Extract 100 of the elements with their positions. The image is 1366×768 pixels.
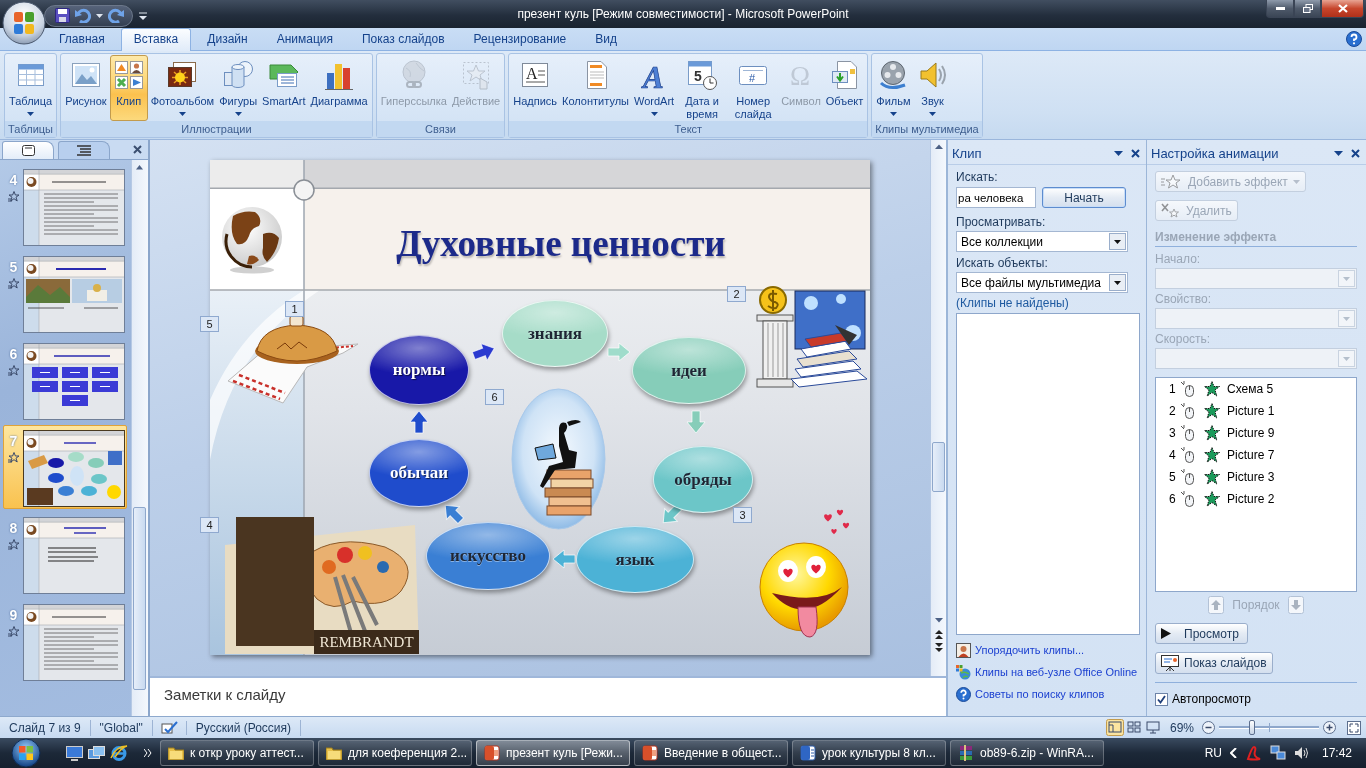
redo-icon[interactable]	[108, 8, 124, 23]
close-button[interactable]	[1321, 0, 1364, 18]
sound-button[interactable]: Звук	[913, 55, 952, 121]
slide-thumbnail[interactable]	[23, 604, 125, 681]
effect-name[interactable]: Схема 5	[1225, 381, 1276, 397]
effect-name[interactable]: Picture 2	[1225, 491, 1277, 507]
search-field[interactable]: ра человека	[956, 187, 1036, 208]
shapes-button[interactable]: Фигуры	[217, 55, 260, 121]
pane-menu-icon[interactable]	[1114, 151, 1123, 156]
vertical-scrollbar[interactable]	[131, 160, 148, 716]
normal-view-icon[interactable]	[1105, 719, 1124, 736]
effect-name[interactable]: Picture 3	[1225, 469, 1277, 485]
smartart-button[interactable]: SmartArt	[260, 55, 308, 121]
table-button[interactable]: Таблица	[7, 55, 55, 121]
collections-dropdown[interactable]: Все коллекции	[956, 231, 1128, 252]
effect-name[interactable]: Picture 1	[1225, 403, 1277, 419]
undo-icon[interactable]	[75, 8, 91, 23]
animation-icon[interactable]	[7, 626, 20, 637]
keyboard-language[interactable]: RU	[1204, 746, 1222, 760]
slide-thumbnail[interactable]	[23, 517, 125, 594]
taskbar-button[interactable]: урок культуры 8 кл...	[792, 740, 946, 766]
slide-thumbnail[interactable]	[23, 169, 125, 246]
ribbon-tab[interactable]: Рецензирование	[460, 28, 580, 50]
ribbon-tab[interactable]: Главная	[46, 28, 118, 50]
network-icon[interactable]	[1269, 745, 1286, 761]
slide-show-icon[interactable]	[1143, 719, 1162, 736]
slide-show-button[interactable]: Показ слайдов	[1155, 652, 1273, 674]
vertical-scrollbar[interactable]	[930, 140, 946, 676]
effect-star-icon	[1204, 403, 1220, 419]
slides-tab[interactable]	[2, 141, 54, 159]
switch-windows-icon[interactable]	[88, 745, 105, 761]
zoom-out-icon[interactable]	[1202, 721, 1215, 734]
spelling-icon[interactable]	[160, 720, 178, 735]
clock[interactable]: 17:42	[1321, 746, 1352, 760]
effect-name[interactable]: Picture 7	[1225, 447, 1277, 463]
animation-icon[interactable]	[7, 365, 20, 376]
ribbon-tab[interactable]: Вид	[582, 28, 630, 50]
language-indicator[interactable]: Русский (Россия)	[186, 719, 302, 736]
show-hidden-icons-icon[interactable]	[1229, 748, 1238, 758]
restore-button[interactable]	[1294, 0, 1321, 18]
volume-icon[interactable]	[1293, 746, 1308, 760]
header-button[interactable]: Колонтитулы	[560, 55, 631, 121]
close-icon[interactable]	[133, 145, 142, 154]
help-icon[interactable]	[1346, 31, 1362, 47]
scrollbar-thumb[interactable]	[133, 507, 146, 690]
slide-thumbnail[interactable]	[23, 343, 125, 420]
fit-to-window-icon[interactable]	[1346, 719, 1362, 736]
preview-button[interactable]: Просмотр	[1155, 623, 1248, 644]
slide-thumbnail[interactable]	[23, 256, 125, 333]
caret-icon[interactable]	[96, 13, 103, 18]
ribbon-tab[interactable]: Показ слайдов	[349, 28, 458, 50]
chart-button[interactable]: Диаграмма	[308, 55, 370, 121]
clip-button[interactable]: Клип	[109, 55, 148, 121]
animation-icon[interactable]	[7, 191, 20, 202]
ribbon-tab[interactable]: Дизайн	[194, 28, 261, 50]
tray-app-icon[interactable]	[1245, 745, 1262, 761]
zoom-in-icon[interactable]	[1323, 721, 1336, 734]
taskbar-button[interactable]: ob89-6.zip - WinRA...	[950, 740, 1104, 766]
zoom-level[interactable]: 69%	[1169, 720, 1194, 735]
scrollbar-thumb[interactable]	[932, 442, 945, 492]
shapes-icon	[222, 59, 255, 91]
organize-clips-link[interactable]: Упорядочить клипы...	[975, 644, 1085, 656]
animation-icon[interactable]	[7, 539, 20, 550]
browser-icon[interactable]	[110, 744, 128, 762]
ribbon-tab[interactable]: Анимация	[263, 28, 346, 50]
textbox-button[interactable]: A Надпись	[511, 55, 560, 121]
save-icon[interactable]	[55, 8, 70, 23]
taskbar-button[interactable]: для коеференция 2...	[318, 740, 472, 766]
show-desktop-icon[interactable]	[66, 745, 83, 761]
movie-button[interactable]: Фильм	[874, 55, 913, 121]
close-icon[interactable]	[1351, 149, 1360, 158]
slide-sorter-icon[interactable]	[1124, 719, 1143, 736]
date-button[interactable]: 5 Дата и время	[677, 55, 728, 121]
search-button[interactable]: Начать	[1042, 187, 1126, 208]
picture-button[interactable]: Рисунок	[63, 55, 109, 121]
search-tips-link[interactable]: Советы по поиску клипов	[975, 688, 1105, 700]
ribbon-tab[interactable]: Вставка	[120, 28, 192, 51]
animation-icon[interactable]	[7, 452, 20, 463]
pane-menu-icon[interactable]	[1334, 151, 1343, 156]
autopreview-checkbox[interactable]	[1155, 692, 1168, 706]
close-icon[interactable]	[1131, 149, 1140, 158]
media-types-dropdown[interactable]: Все файлы мультимедиа	[956, 272, 1128, 293]
object-button[interactable]: Объект	[823, 55, 866, 121]
restore-icon	[1302, 4, 1313, 13]
slide-thumbnail[interactable]	[23, 430, 125, 507]
document-icon	[800, 745, 816, 761]
minimize-button[interactable]	[1266, 0, 1294, 18]
number-button[interactable]: # Номер слайда	[728, 55, 779, 121]
wordart-button[interactable]: A WordArt	[632, 55, 677, 121]
taskbar-button[interactable]: презент куль [Режи...	[476, 740, 630, 766]
taskbar-button[interactable]: к откр уроку аттест...	[160, 740, 314, 766]
customize-icon[interactable]	[139, 11, 147, 20]
slider-thumb[interactable]	[1249, 720, 1255, 735]
outline-tab[interactable]	[58, 141, 110, 159]
office-online-link[interactable]: Клипы на веб-узле Office Online	[975, 666, 1138, 678]
taskbar-button[interactable]: Введение в общест...	[634, 740, 788, 766]
animation-icon[interactable]	[7, 278, 20, 289]
album-button[interactable]: Фотоальбом	[148, 55, 217, 121]
more-icon[interactable]	[144, 749, 152, 757]
effect-name[interactable]: Picture 9	[1225, 425, 1277, 441]
